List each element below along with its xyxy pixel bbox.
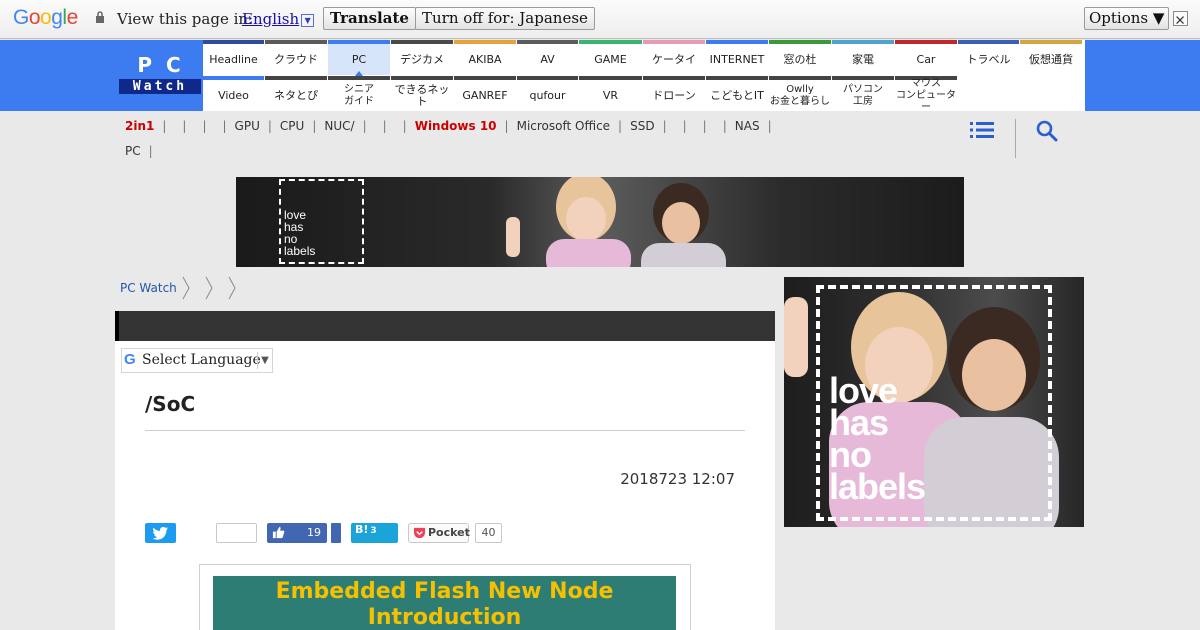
nav-sub-item-9[interactable]: Owlly お金と暮らし <box>769 76 831 111</box>
nav-sub-item-4[interactable]: GANREF <box>454 76 516 111</box>
category-link-11[interactable]: SSD <box>630 119 654 133</box>
nav-sub-item-11[interactable]: マウス コンピューター <box>895 76 957 113</box>
translate-bar: Google View this page in: English ▼ Trans… <box>0 0 1200 39</box>
nav-item-3[interactable]: デジカメ <box>391 40 453 75</box>
tweet-button[interactable] <box>145 523 176 543</box>
breadcrumb-chevron-icon <box>205 276 213 300</box>
side-ad-logo-text: love has no labels <box>829 370 926 507</box>
nav-separator: | <box>162 119 167 133</box>
twitter-icon <box>153 527 169 540</box>
pocket-button[interactable]: Pocket <box>408 523 470 543</box>
article-title: /SoC <box>145 392 196 416</box>
nav-item-11[interactable]: Car <box>895 40 957 75</box>
nav-item-6[interactable]: GAME <box>579 40 642 75</box>
nav-separator: | <box>182 119 187 133</box>
nav-separator: | <box>618 119 623 133</box>
nav-item-7[interactable]: ケータイ <box>643 40 705 75</box>
breadcrumb-chevron-icon <box>228 276 236 300</box>
facebook-share-tail[interactable] <box>331 523 341 543</box>
nav-sub-item-6[interactable]: VR <box>579 76 642 111</box>
nav-sub-item-7[interactable]: ドローン <box>643 76 705 111</box>
nav-item-9[interactable]: 窓の杜 <box>769 40 831 75</box>
turn-off-button[interactable]: Turn off for: Japanese <box>415 7 595 30</box>
nav-separator: | <box>362 119 367 133</box>
nav-separator: | <box>148 144 153 158</box>
select-language-dropdown[interactable]: G Select Language ▼ <box>121 348 273 373</box>
nav-separator: | <box>767 119 772 133</box>
logo-pc-text: PC <box>137 53 195 77</box>
pocket-count: 40 <box>475 523 502 543</box>
facebook-like-button[interactable]: 19 <box>267 523 327 543</box>
nav-sub-item-8[interactable]: こどもとIT <box>706 76 768 111</box>
nav-item-0[interactable]: Headline <box>203 40 264 75</box>
title-divider <box>145 430 745 431</box>
nav-sub-item-1[interactable]: ネタとぴ <box>265 76 327 111</box>
lock-icon <box>96 11 104 23</box>
breadcrumb-home[interactable]: PC Watch <box>120 281 177 295</box>
breadcrumb-chevron-icon <box>182 276 190 300</box>
menu-icon[interactable] <box>970 121 994 139</box>
nav-item-2[interactable]: PC <box>328 40 390 76</box>
google-logo: Google <box>13 6 78 29</box>
nav-separator: | <box>402 119 407 133</box>
translate-button[interactable]: Translate <box>323 7 416 30</box>
category-link-10[interactable]: Microsoft Office <box>517 119 610 133</box>
search-icon[interactable] <box>1036 120 1058 142</box>
nav-item-12[interactable]: トラベル <box>958 40 1019 75</box>
slide-image[interactable]: Embedded Flash New Node Introduction <box>213 576 676 630</box>
nav-sub-item-5[interactable]: qufour <box>517 76 578 111</box>
nav-item-1[interactable]: クラウド <box>265 40 327 75</box>
nav-sub-item-2[interactable]: シニア ガイド <box>328 76 390 111</box>
nav-separator: | <box>202 119 207 133</box>
pocket-icon <box>413 527 426 539</box>
nav-separator: | <box>382 119 387 133</box>
category-link-row2-0[interactable]: PC <box>125 144 141 158</box>
nav-separator: | <box>702 119 707 133</box>
nav-item-5[interactable]: AV <box>517 40 578 75</box>
tweet-count <box>216 523 257 543</box>
ad-logo-text: love has no labels <box>284 208 316 258</box>
nav-separator: | <box>722 119 727 133</box>
nav-item-8[interactable]: INTERNET <box>706 40 768 75</box>
category-link-6[interactable]: NUC/ <box>324 119 354 133</box>
close-icon[interactable] <box>1173 11 1188 26</box>
side-ad[interactable]: love has no labels <box>784 277 1084 527</box>
site-nav: Headline クラウド PC デジカメ AKIBA AV GAME ケータイ INTERNE… <box>203 40 1085 113</box>
view-page-text: View this page in: <box>117 10 254 28</box>
google-g-icon: G <box>124 351 136 368</box>
nav-separator: | <box>222 119 227 133</box>
logo-watch-text: Watch <box>119 79 201 94</box>
category-link-15[interactable]: NAS <box>735 119 760 133</box>
article-date: 2018723 12:07 <box>620 470 735 488</box>
nav-sub-item-10[interactable]: パソコン 工房 <box>832 76 894 111</box>
nav-separator: | <box>267 119 272 133</box>
header-divider <box>1015 119 1016 158</box>
site-logo[interactable]: PC Watch <box>119 53 201 96</box>
article-header-bar <box>115 311 775 341</box>
language-select[interactable]: English ▼ <box>242 10 315 28</box>
category-link-4[interactable]: GPU <box>235 119 260 133</box>
category-link-5[interactable]: CPU <box>280 119 304 133</box>
nav-item-13[interactable]: 仮想通貨 <box>1020 40 1082 75</box>
options-button[interactable]: Options ▼ <box>1084 7 1170 30</box>
nav-separator: | <box>312 119 317 133</box>
nav-separator: | <box>504 119 509 133</box>
chevron-down-icon: ▼ <box>301 14 315 27</box>
ad-photo <box>506 177 726 267</box>
category-link-9[interactable]: Windows 10 <box>415 119 497 133</box>
banner-ad[interactable]: love has no labels <box>236 177 964 267</box>
nav-separator: | <box>682 119 687 133</box>
nav-item-10[interactable]: 家電 <box>832 40 894 75</box>
nav-sub-item-0[interactable]: Video <box>203 76 264 111</box>
hatena-bookmark-button[interactable]: B! 3 <box>351 523 398 543</box>
category-link-0[interactable]: 2in1 <box>125 119 154 133</box>
chevron-down-icon: ▼ <box>257 352 272 369</box>
nav-item-4[interactable]: AKIBA <box>454 40 516 75</box>
thumbs-up-icon <box>272 526 285 539</box>
nav-sub-item-3[interactable]: できるネット <box>391 76 453 111</box>
nav-separator: | <box>662 119 667 133</box>
